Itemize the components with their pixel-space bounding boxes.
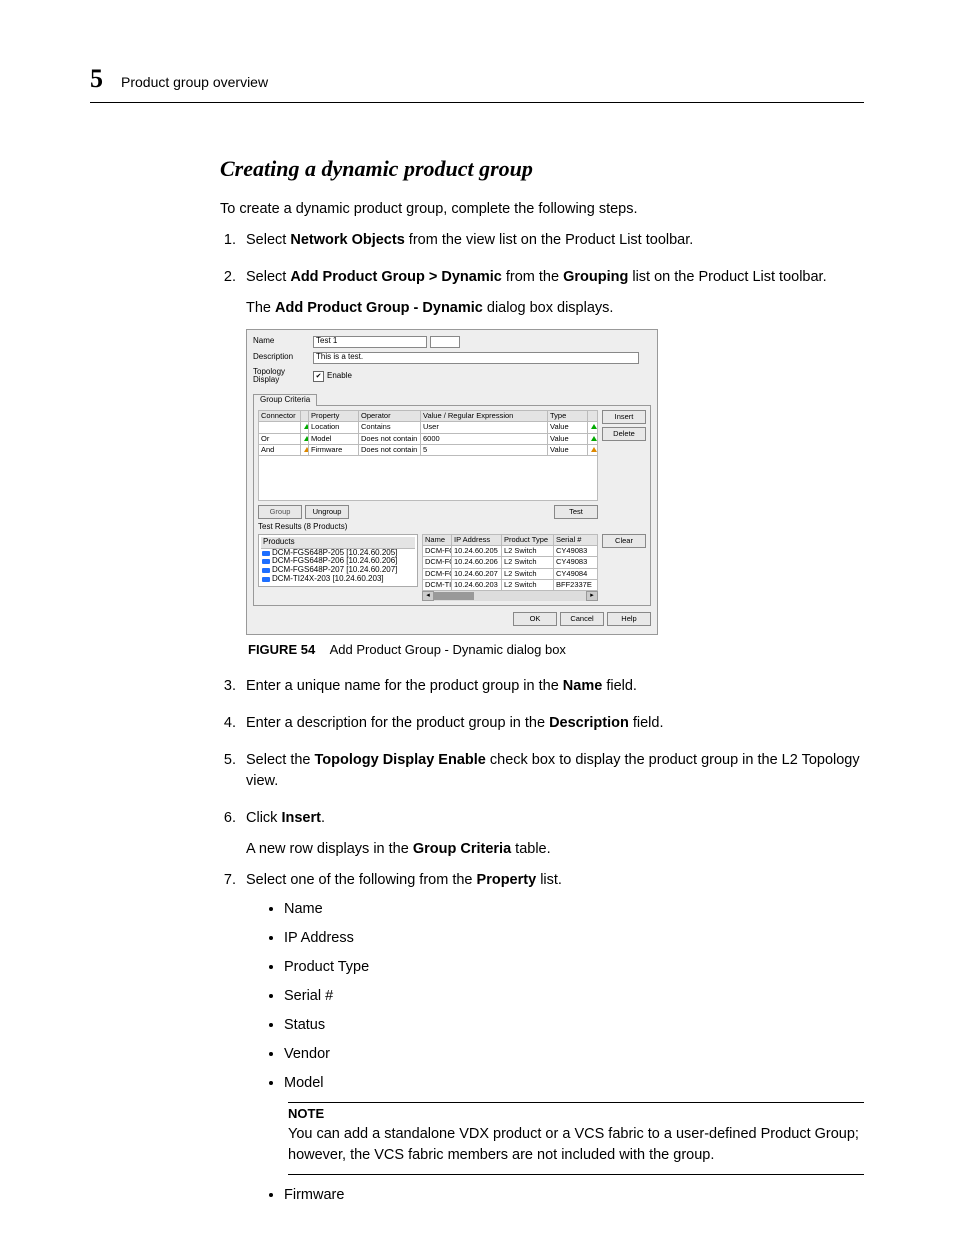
desc-label: Description: [253, 353, 313, 362]
property-item: Name: [284, 899, 864, 920]
desc-field[interactable]: This is a test.: [313, 352, 639, 364]
note-heading: NOTE: [288, 1102, 864, 1124]
device-icon: [262, 577, 270, 582]
step-1: Select Network Objects from the view lis…: [240, 230, 864, 251]
property-item: Firmware: [284, 1185, 864, 1206]
result-row[interactable]: DCM-FGS648...10.24.60.205L2 SwitchCY4908…: [423, 546, 598, 557]
delete-button[interactable]: Delete: [602, 427, 646, 441]
criteria-row[interactable]: And FirmwareDoes not contain 5Value: [259, 444, 598, 455]
property-item: IP Address: [284, 928, 864, 949]
page: 5 Product group overview Creating a dyna…: [0, 0, 954, 1235]
enable-label: Enable: [327, 372, 352, 381]
group-button[interactable]: Group: [258, 505, 302, 519]
device-icon: [262, 568, 270, 573]
test-results-label: Test Results (8 Products): [258, 523, 646, 532]
clear-button[interactable]: Clear: [602, 534, 646, 548]
content: Creating a dynamic product group To crea…: [220, 153, 864, 1206]
step-2: Select Add Product Group > Dynamic from …: [240, 267, 864, 660]
result-row[interactable]: DCM-TI24X-20310.24.60.203L2 SwitchBFF233…: [423, 579, 598, 590]
result-row[interactable]: DCM-FGS648...10.24.60.206L2 SwitchCY4908…: [423, 557, 598, 568]
note-block: NOTE You can add a standalone VDX produc…: [288, 1102, 864, 1175]
step-5: Select the Topology Display Enable check…: [240, 750, 864, 792]
device-icon: [262, 551, 270, 556]
scroll-right-icon[interactable]: ▸: [586, 591, 598, 601]
header-title: Product group overview: [121, 72, 268, 92]
property-item: Status: [284, 1015, 864, 1036]
test-button[interactable]: Test: [554, 505, 598, 519]
property-list-tail: Firmware: [246, 1185, 864, 1206]
step-list: Select Network Objects from the view lis…: [220, 230, 864, 1206]
step-6: Click Insert. A new row displays in the …: [240, 808, 864, 860]
scroll-left-icon[interactable]: ◂: [422, 591, 434, 601]
property-item: Product Type: [284, 957, 864, 978]
tree-header: Products: [261, 537, 415, 549]
name-extra-field[interactable]: [430, 336, 460, 348]
intro-text: To create a dynamic product group, compl…: [220, 199, 864, 220]
figure-caption: FIGURE 54 Add Product Group - Dynamic di…: [248, 641, 864, 660]
criteria-panel: Connector Property Operator Value / Regu…: [253, 405, 651, 606]
property-list: Name IP Address Product Type Serial # St…: [246, 899, 864, 1094]
topo-label: Topology Display: [253, 368, 313, 386]
property-item: Vendor: [284, 1044, 864, 1065]
products-tree[interactable]: Products DCM-FGS648P-205 [10.24.60.205] …: [258, 534, 418, 587]
insert-button[interactable]: Insert: [602, 410, 646, 424]
section-heading: Creating a dynamic product group: [220, 153, 864, 185]
result-row[interactable]: DCM-FGS648...10.24.60.207L2 SwitchCY4908…: [423, 568, 598, 579]
device-icon: [262, 559, 270, 564]
step-6-sub: A new row displays in the Group Criteria…: [246, 839, 864, 860]
dialog-screenshot: Name Test 1 Description This is a test. …: [246, 329, 658, 635]
criteria-row[interactable]: Or ModelDoes not contain 6000Value: [259, 433, 598, 444]
step-3: Enter a unique name for the product grou…: [240, 676, 864, 697]
step-2-sub: The Add Product Group - Dynamic dialog b…: [246, 298, 864, 319]
name-label: Name: [253, 337, 313, 346]
step-4: Enter a description for the product grou…: [240, 713, 864, 734]
criteria-table: Connector Property Operator Value / Regu…: [258, 410, 598, 456]
help-button[interactable]: Help: [607, 612, 651, 626]
property-item: Serial #: [284, 986, 864, 1007]
ungroup-button[interactable]: Ungroup: [305, 505, 349, 519]
property-item: Model: [284, 1073, 864, 1094]
step-7: Select one of the following from the Pro…: [240, 870, 864, 1206]
chapter-number: 5: [90, 60, 103, 98]
ok-button[interactable]: OK: [513, 612, 557, 626]
results-table: NameIP Address Product TypeSerial # DCM-…: [422, 534, 598, 591]
criteria-tab[interactable]: Group Criteria: [253, 394, 317, 406]
name-field[interactable]: Test 1: [313, 336, 427, 348]
note-body: You can add a standalone VDX product or …: [288, 1124, 864, 1175]
h-scrollbar[interactable]: ◂ ▸: [422, 591, 598, 601]
page-header: 5 Product group overview: [90, 60, 864, 103]
cancel-button[interactable]: Cancel: [560, 612, 604, 626]
enable-checkbox[interactable]: ✔: [313, 371, 324, 382]
criteria-row[interactable]: LocationContains UserValue: [259, 422, 598, 433]
tree-item[interactable]: DCM-TI24X-203 [10.24.60.203]: [261, 575, 415, 584]
